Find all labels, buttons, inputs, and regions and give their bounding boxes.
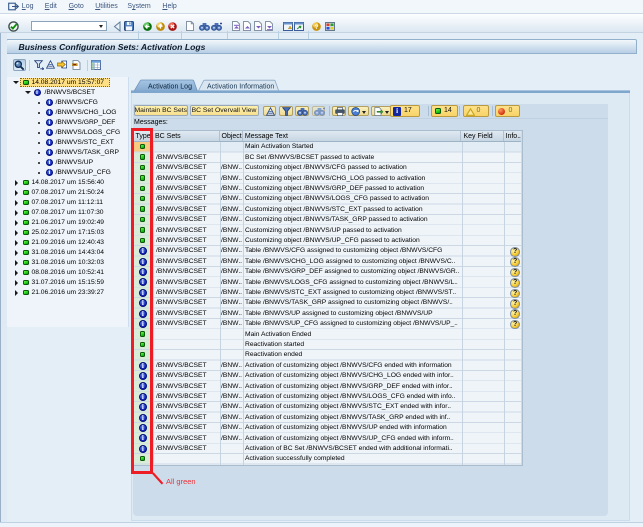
svg-text:Activation Information: Activation Information bbox=[207, 83, 274, 90]
svg-text:Activation Log: Activation Log bbox=[148, 83, 192, 90]
svg-text:?: ? bbox=[315, 23, 319, 30]
